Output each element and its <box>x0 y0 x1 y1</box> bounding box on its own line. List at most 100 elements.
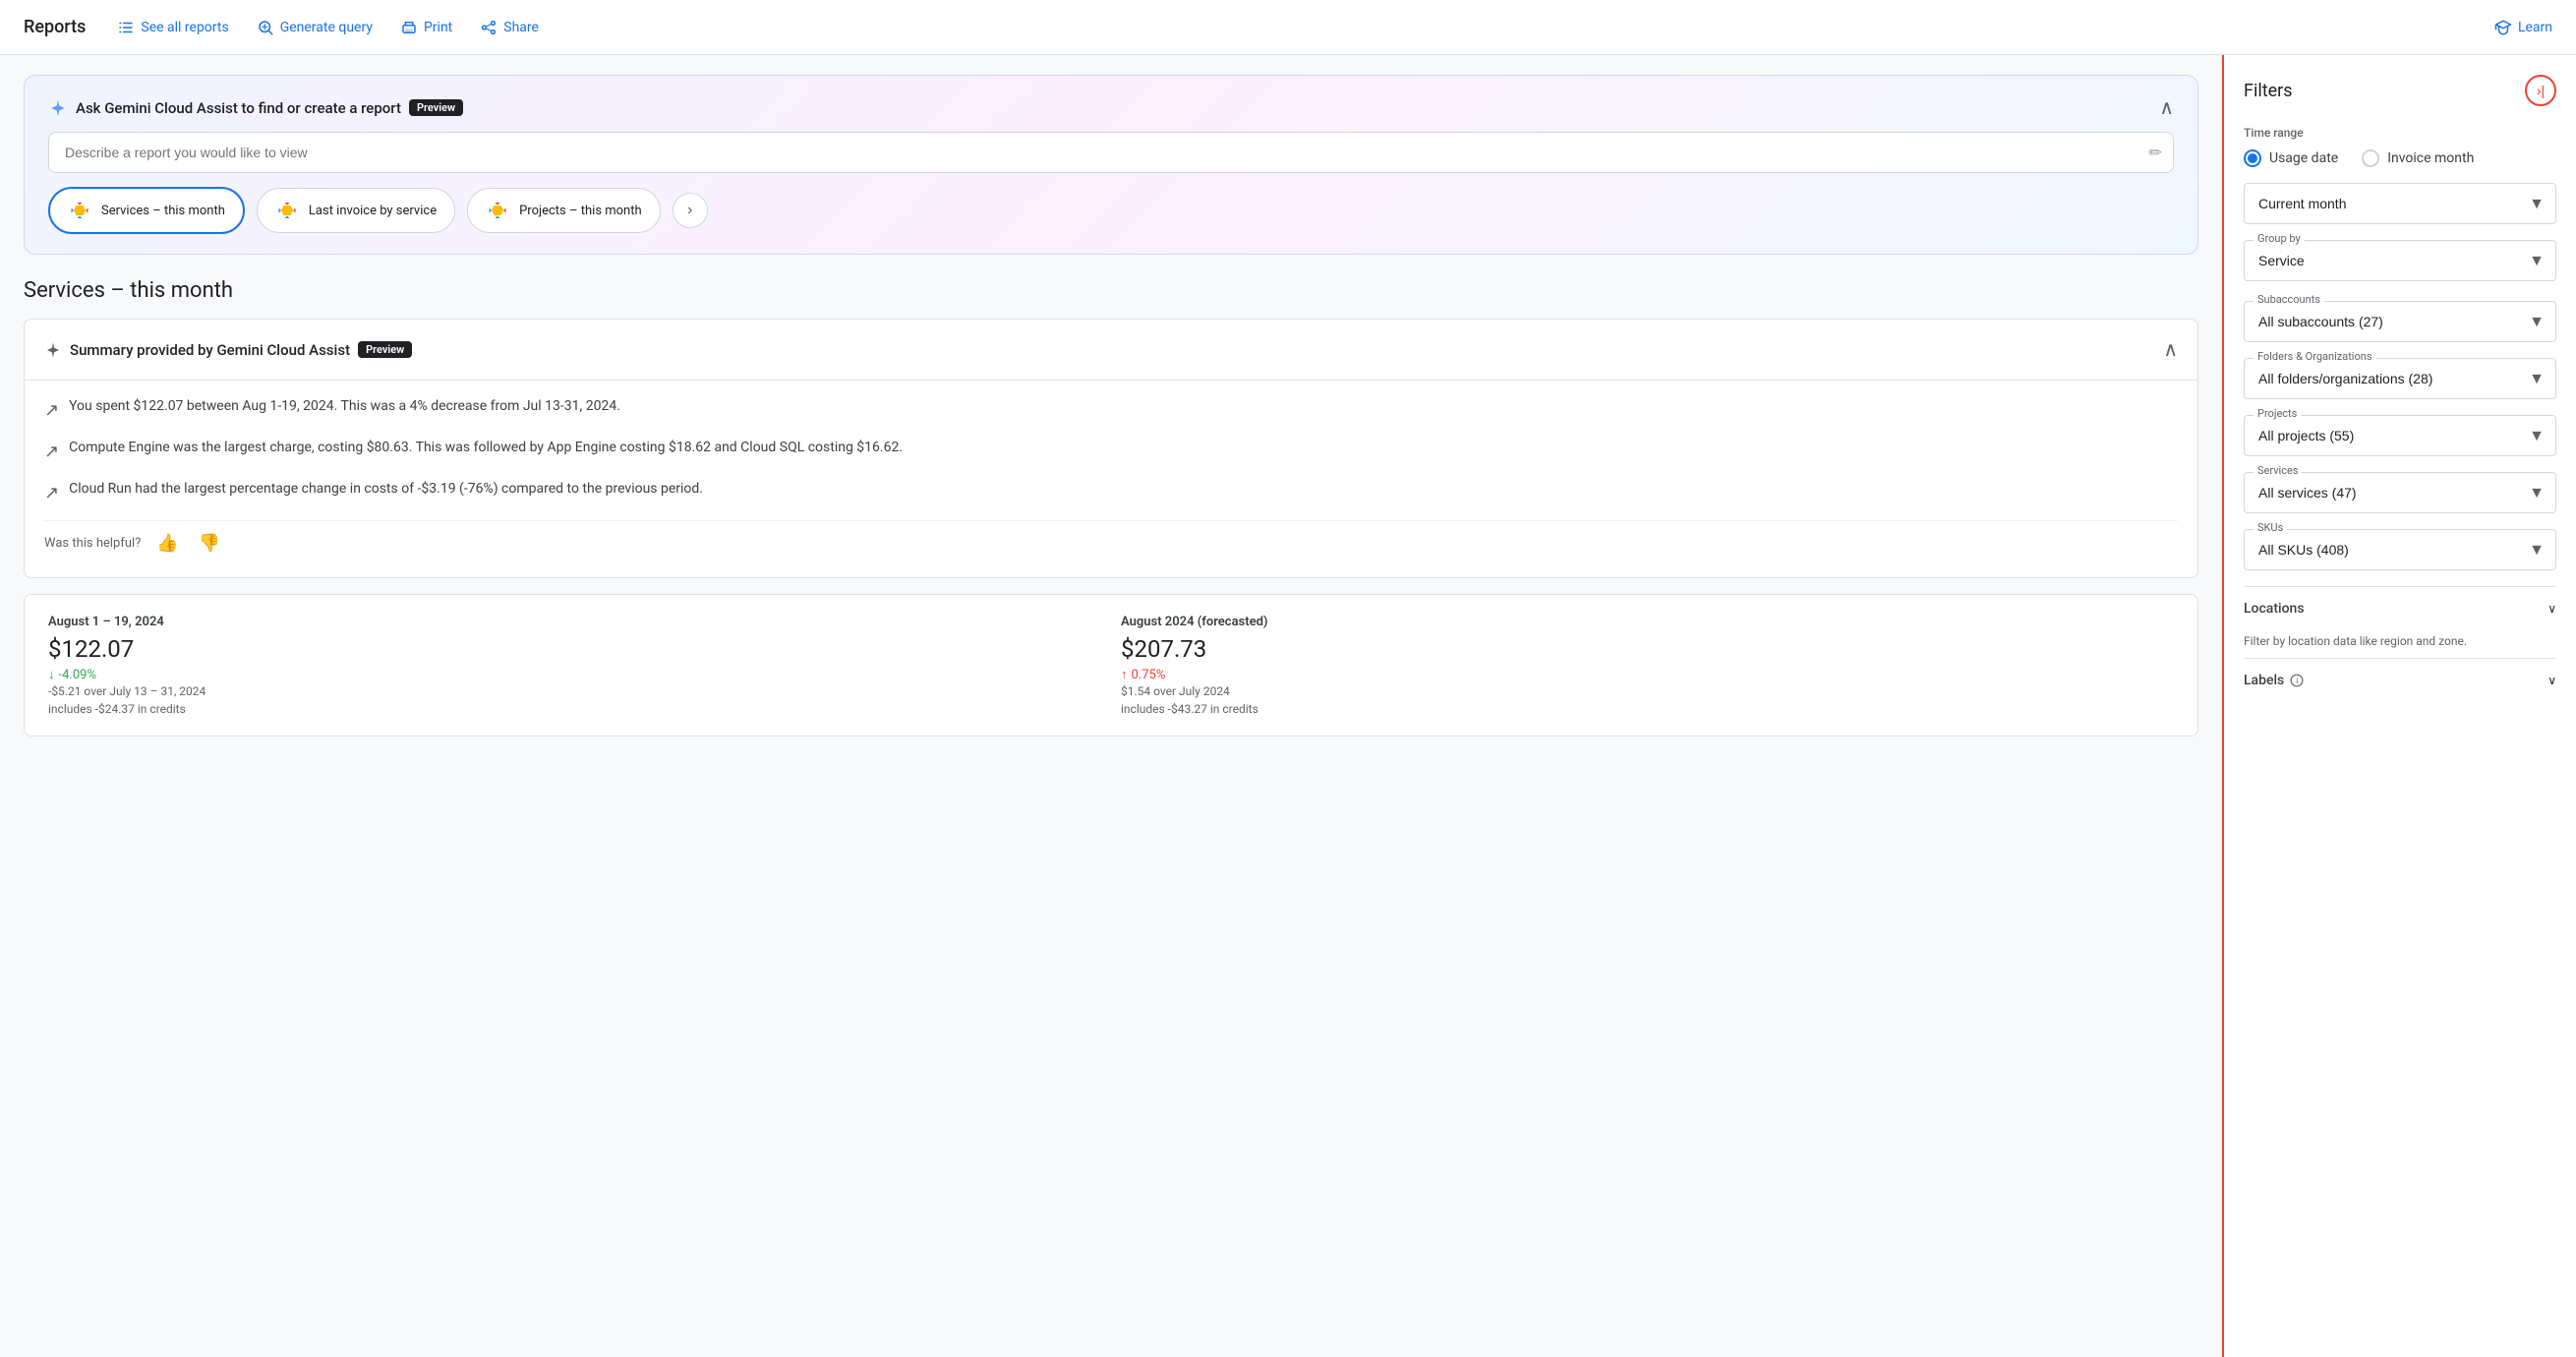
skus-label: SKUs <box>2254 521 2287 534</box>
list-icon <box>117 19 135 36</box>
helpful-row: Was this helpful? 👍 👎 <box>44 520 2178 558</box>
up-arrow-icon: ↑ <box>1121 667 1128 682</box>
learn-button[interactable]: Learn <box>2494 19 2552 36</box>
section-title: Services – this month <box>24 278 2198 303</box>
folders-dropdown-wrap: Folders & Organizations All folders/orga… <box>2244 358 2556 399</box>
period-dropdown[interactable]: Current month Last month Last 3 months C… <box>2244 183 2556 224</box>
generate-query-link[interactable]: Generate query <box>257 19 373 36</box>
current-period-sub: includes -$24.37 in credits <box>48 702 1101 716</box>
skus-dropdown-wrap: SKUs All SKUs (408) ▼ <box>2244 529 2556 570</box>
suggestion-chips: Services – this month Last invoice by se… <box>48 187 2174 234</box>
forecast-period-stat: August 2024 (forecasted) $207.73 ↑ 0.75%… <box>1121 615 2174 716</box>
content-area: Ask Gemini Cloud Assist to find or creat… <box>0 55 2222 1357</box>
stats-row: August 1 – 19, 2024 $122.07 ↓ -4.09% -$5… <box>24 594 2198 737</box>
period-dropdown-wrap: Current month Last month Last 3 months C… <box>2244 183 2556 224</box>
subaccounts-dropdown[interactable]: All subaccounts (27) <box>2244 301 2556 342</box>
gcp-logo-icon-3 <box>486 199 509 222</box>
filters-title: Filters <box>2244 81 2293 101</box>
chips-next-button[interactable]: › <box>673 193 708 228</box>
summary-item-3: ↗ Cloud Run had the largest percentage c… <box>44 479 2178 506</box>
labels-label: Labels <box>2244 673 2284 688</box>
filters-header: Filters ›| <box>2244 75 2556 106</box>
invoice-month-label: Invoice month <box>2387 150 2474 166</box>
edit-icon: ✏ <box>2149 144 2162 162</box>
sparkle-icon <box>48 98 68 118</box>
time-range-label: Time range <box>2244 126 2556 140</box>
topbar: Reports See all reports Generate query P… <box>0 0 2576 55</box>
trend-icon-3: ↗ <box>44 480 59 506</box>
gcp-logo-icon <box>68 199 91 222</box>
summary-body: ↗ You spent $122.07 between Aug 1-19, 20… <box>25 381 2197 577</box>
summary-title-row: Summary provided by Gemini Cloud Assist … <box>44 341 412 359</box>
locations-collapsible[interactable]: Locations ∨ <box>2244 586 2556 630</box>
thumbs-down-button[interactable]: 👎 <box>195 529 224 558</box>
labels-chevron-icon: ∨ <box>2547 674 2556 687</box>
collapse-summary-button[interactable]: ∧ <box>2163 337 2178 362</box>
locations-chevron-icon: ∨ <box>2547 602 2556 616</box>
chip-services-month[interactable]: Services – this month <box>48 187 245 234</box>
share-link[interactable]: Share <box>480 19 539 36</box>
see-all-reports-link[interactable]: See all reports <box>117 19 228 36</box>
time-range-radio-group: Usage date Invoice month <box>2244 149 2556 167</box>
search-icon <box>257 19 274 36</box>
summary-card-header: Summary provided by Gemini Cloud Assist … <box>25 320 2197 381</box>
filters-collapse-button[interactable]: ›| <box>2525 75 2556 106</box>
group-by-label: Group by <box>2254 232 2305 245</box>
forecast-sub: includes -$43.27 in credits <box>1121 702 2174 716</box>
trend-icon-1: ↗ <box>44 397 59 424</box>
forecast-delta: ↑ 0.75% <box>1121 667 2174 682</box>
forecast-period-label: August 2024 (forecasted) <box>1121 615 2174 629</box>
labels-section: Labels i ∨ <box>2244 658 2556 702</box>
current-period-delta: ↓ -4.09% <box>48 667 1101 682</box>
chip-projects-month[interactable]: Projects – this month <box>467 188 661 233</box>
chip-last-invoice[interactable]: Last invoice by service <box>257 188 455 233</box>
app-title: Reports <box>24 17 86 37</box>
forecast-amount: $207.73 <box>1121 635 2174 663</box>
usage-date-radio-circle <box>2244 149 2261 167</box>
group-by-dropdown[interactable]: Service Project SKU Region <box>2244 240 2556 281</box>
usage-date-radio[interactable]: Usage date <box>2244 149 2338 167</box>
filters-panel: Filters ›| Time range Usage date Invoice… <box>2222 55 2576 1357</box>
locations-desc: Filter by location data like region and … <box>2244 634 2556 658</box>
current-period-label: August 1 – 19, 2024 <box>48 615 1101 629</box>
print-link[interactable]: Print <box>400 19 452 36</box>
folders-dropdown[interactable]: All folders/organizations (28) <box>2244 358 2556 399</box>
current-period-delta-desc: -$5.21 over July 13 – 31, 2024 <box>48 684 1101 698</box>
folders-label: Folders & Organizations <box>2254 350 2376 363</box>
projects-dropdown[interactable]: All projects (55) <box>2244 415 2556 456</box>
gemini-input-wrap: ✏ <box>48 132 2174 173</box>
gemini-header: Ask Gemini Cloud Assist to find or creat… <box>48 95 2174 120</box>
subaccounts-dropdown-wrap: Subaccounts All subaccounts (27) ▼ <box>2244 301 2556 342</box>
gemini-box: Ask Gemini Cloud Assist to find or creat… <box>24 75 2198 255</box>
summary-item-2: ↗ Compute Engine was the largest charge,… <box>44 438 2178 465</box>
summary-card: Summary provided by Gemini Cloud Assist … <box>24 319 2198 578</box>
collapse-gemini-button[interactable]: ∧ <box>2159 95 2174 120</box>
invoice-month-radio-circle <box>2362 149 2379 167</box>
subaccounts-label: Subaccounts <box>2254 293 2324 306</box>
thumbs-up-button[interactable]: 👍 <box>152 529 182 558</box>
print-icon <box>400 19 418 36</box>
current-period-amount: $122.07 <box>48 635 1101 663</box>
labels-collapsible[interactable]: Labels i ∨ <box>2244 658 2556 702</box>
svg-text:i: i <box>2297 677 2299 685</box>
projects-dropdown-wrap: Projects All projects (55) ▼ <box>2244 415 2556 456</box>
nav-links: See all reports Generate query Print Sha… <box>117 19 539 36</box>
services-dropdown[interactable]: All services (47) <box>2244 472 2556 513</box>
main-layout: Ask Gemini Cloud Assist to find or creat… <box>0 55 2576 1357</box>
gemini-search-input[interactable] <box>48 132 2174 173</box>
current-period-stat: August 1 – 19, 2024 $122.07 ↓ -4.09% -$5… <box>48 615 1101 716</box>
labels-info-icon: i <box>2290 674 2304 687</box>
trend-icon-2: ↗ <box>44 439 59 465</box>
preview-badge: Preview <box>409 99 463 116</box>
skus-dropdown[interactable]: All SKUs (408) <box>2244 529 2556 570</box>
summary-preview-badge: Preview <box>358 341 412 358</box>
projects-label: Projects <box>2254 407 2301 420</box>
group-by-dropdown-wrap: Group by Service Project SKU Region ▼ <box>2244 240 2556 281</box>
down-arrow-icon: ↓ <box>48 667 55 682</box>
forecast-delta-desc: $1.54 over July 2024 <box>1121 684 2174 698</box>
share-icon <box>480 19 498 36</box>
invoice-month-radio[interactable]: Invoice month <box>2362 149 2474 167</box>
learn-icon <box>2494 19 2512 36</box>
locations-section: Locations ∨ Filter by location data like… <box>2244 586 2556 658</box>
locations-label: Locations <box>2244 601 2305 617</box>
